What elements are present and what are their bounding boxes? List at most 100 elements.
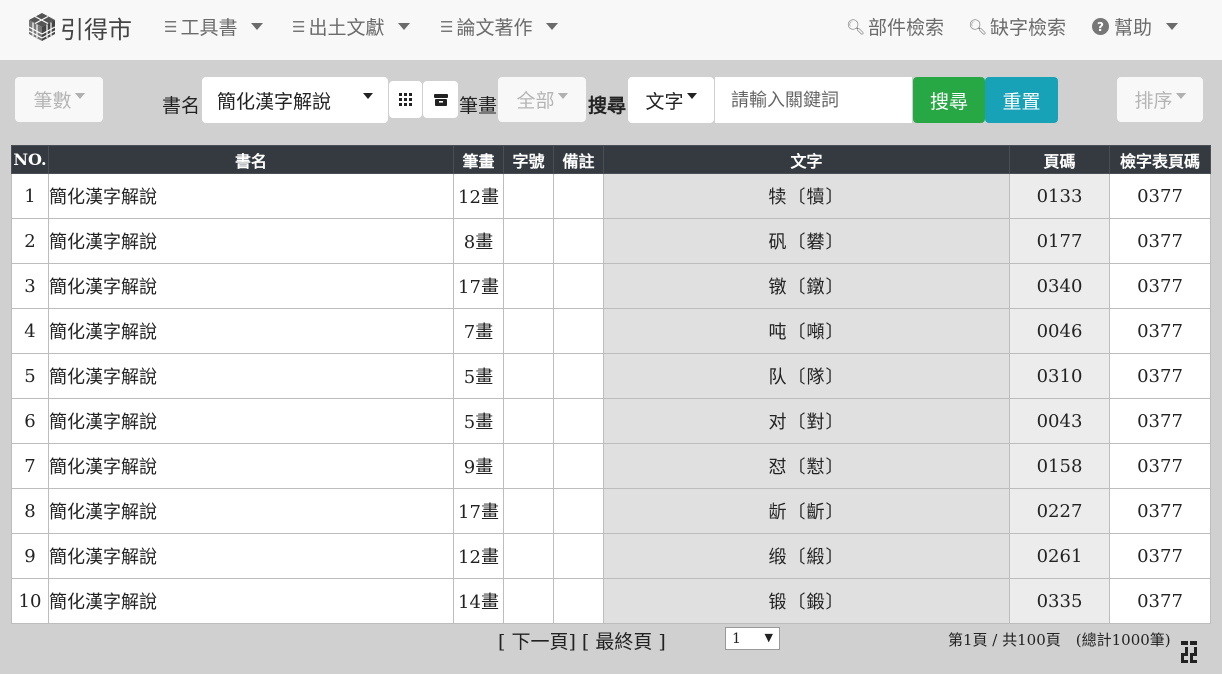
cell-index-page: 0377 [1109,218,1211,264]
cell-number [503,218,554,264]
cell-note [553,353,604,399]
cell-note [553,308,604,354]
brand[interactable]: 引得市 [28,8,132,46]
cell-note [553,173,604,219]
scroll-top-icon[interactable] [1180,640,1198,664]
table-row: 3 簡化漢字解說 17畫 镦〔鐓〕 0340 0377 [11,263,1211,309]
last-page-link[interactable]: [ 最終頁 ] [582,631,666,653]
search-input[interactable] [715,77,912,123]
cell-no: 8 [11,488,49,534]
cell-index-page: 0377 [1109,173,1211,219]
cell-page[interactable]: 0340 [1009,263,1110,309]
cell-char[interactable]: 吨〔噸〕 [603,308,1010,354]
cell-index-page: 0377 [1109,398,1211,444]
cell-number [503,173,554,219]
cell-index-page: 0377 [1109,443,1211,489]
cell-index-page: 0377 [1109,353,1211,399]
cell-stroke: 12畫 [453,533,504,579]
cell-page[interactable]: 0177 [1009,218,1110,264]
cell-char[interactable]: 矾〔礬〕 [603,218,1010,264]
cell-stroke: 17畫 [453,263,504,309]
top-navbar: 引得市 ☰ 工具書 ☰ 出土文獻 ☰ 論文著作 🔍︎ 部件檢索 🔍︎ 缺字檢索 … [0,0,1222,60]
cell-book: 簡化漢字解說 [48,263,454,309]
reset-button[interactable]: 重置 [985,77,1058,123]
cell-char[interactable]: 缎〔緞〕 [603,533,1010,579]
cell-char[interactable]: 镦〔鐓〕 [603,263,1010,309]
chevron-down-icon [686,93,697,99]
page-select[interactable]: 1 ▼ [725,627,780,650]
cell-page[interactable]: 0046 [1009,308,1110,354]
table-row: 4 簡化漢字解說 7畫 吨〔噸〕 0046 0377 [11,308,1211,354]
cell-number [503,443,554,489]
cell-number [503,533,554,579]
cell-char[interactable]: 怼〔懟〕 [603,443,1010,489]
nav-missing-char-search[interactable]: 🔍︎ 缺字檢索 [968,13,1066,40]
cell-index-page: 0377 [1109,263,1211,309]
cell-char[interactable]: 对〔對〕 [603,398,1010,444]
cell-stroke: 9畫 [453,443,504,489]
cell-char[interactable]: 锻〔鍛〕 [603,578,1010,624]
cell-number [503,353,554,399]
cell-page[interactable]: 0310 [1009,353,1110,399]
cell-book: 簡化漢字解說 [48,488,454,534]
archive-button[interactable] [423,81,458,118]
col-header-note[interactable]: 備註 [553,145,604,174]
nav-papers[interactable]: ☰ 論文著作 [440,13,559,40]
cell-index-page: 0377 [1109,578,1211,624]
cell-no: 10 [11,578,49,624]
cell-page[interactable]: 0043 [1009,398,1110,444]
table-row: 1 簡化漢字解說 12畫 犊〔犢〕 0133 0377 [11,173,1211,219]
cell-book: 簡化漢字解說 [48,578,454,624]
nav-help[interactable]: ? 幫助 [1092,13,1179,40]
search-button[interactable]: 搜尋 [913,77,985,123]
cell-index-page: 0377 [1109,308,1211,354]
book-select[interactable]: 簡化漢字解說 [202,77,388,123]
cell-char[interactable]: 犊〔犢〕 [603,173,1010,219]
cell-stroke: 5畫 [453,353,504,399]
grid-view-button[interactable] [389,81,422,118]
cell-book: 簡化漢字解說 [48,218,454,264]
cell-stroke: 7畫 [453,308,504,354]
chevron-down-icon [251,23,264,30]
cell-page[interactable]: 0158 [1009,443,1110,489]
col-header-page[interactable]: 頁碼 [1009,145,1110,174]
cell-char[interactable]: 龂〔齗〕 [603,488,1010,534]
stroke-select[interactable]: 全部 [498,77,586,122]
cell-char[interactable]: 队〔隊〕 [603,353,1010,399]
cell-number [503,398,554,444]
chevron-down-icon [398,23,411,30]
col-header-no[interactable]: NO. [11,145,49,174]
cell-no: 4 [11,308,49,354]
cell-note [553,488,604,534]
cell-book: 簡化漢字解說 [48,533,454,579]
next-page-link[interactable]: [ 下一頁] [498,631,576,653]
archive-icon [433,93,448,106]
nav-tools[interactable]: ☰ 工具書 [164,13,264,40]
cell-book: 簡化漢字解說 [48,353,454,399]
col-header-book[interactable]: 書名 [48,145,454,174]
cell-page[interactable]: 0133 [1009,173,1110,219]
chevron-down-icon [74,92,85,99]
nav-excavated-docs[interactable]: ☰ 出土文獻 [292,13,411,40]
brand-name: 引得市 [60,15,132,44]
question-icon: ? [1092,18,1109,35]
cell-no: 3 [11,263,49,309]
col-header-char[interactable]: 文字 [603,145,1010,174]
cell-page[interactable]: 0227 [1009,488,1110,534]
sort-button[interactable]: 排序 [1117,77,1203,122]
stroke-count-button[interactable]: 筆數 [15,77,103,122]
col-header-number[interactable]: 字號 [503,145,554,174]
caret-down-icon: ▼ [764,631,773,644]
cell-number [503,263,554,309]
cell-note [553,398,604,444]
list-icon: ☰ [164,17,178,36]
search-type-select[interactable]: 文字 [628,77,714,123]
nav-component-search[interactable]: 🔍︎ 部件檢索 [846,13,944,40]
cell-page[interactable]: 0335 [1009,578,1110,624]
col-header-stroke[interactable]: 筆畫 [453,145,504,174]
cell-page[interactable]: 0261 [1009,533,1110,579]
cell-no: 1 [11,173,49,219]
col-header-index-page[interactable]: 檢字表頁碼 [1109,145,1211,174]
cube-logo-icon [28,13,56,41]
table-row: 2 簡化漢字解說 8畫 矾〔礬〕 0177 0377 [11,218,1211,264]
